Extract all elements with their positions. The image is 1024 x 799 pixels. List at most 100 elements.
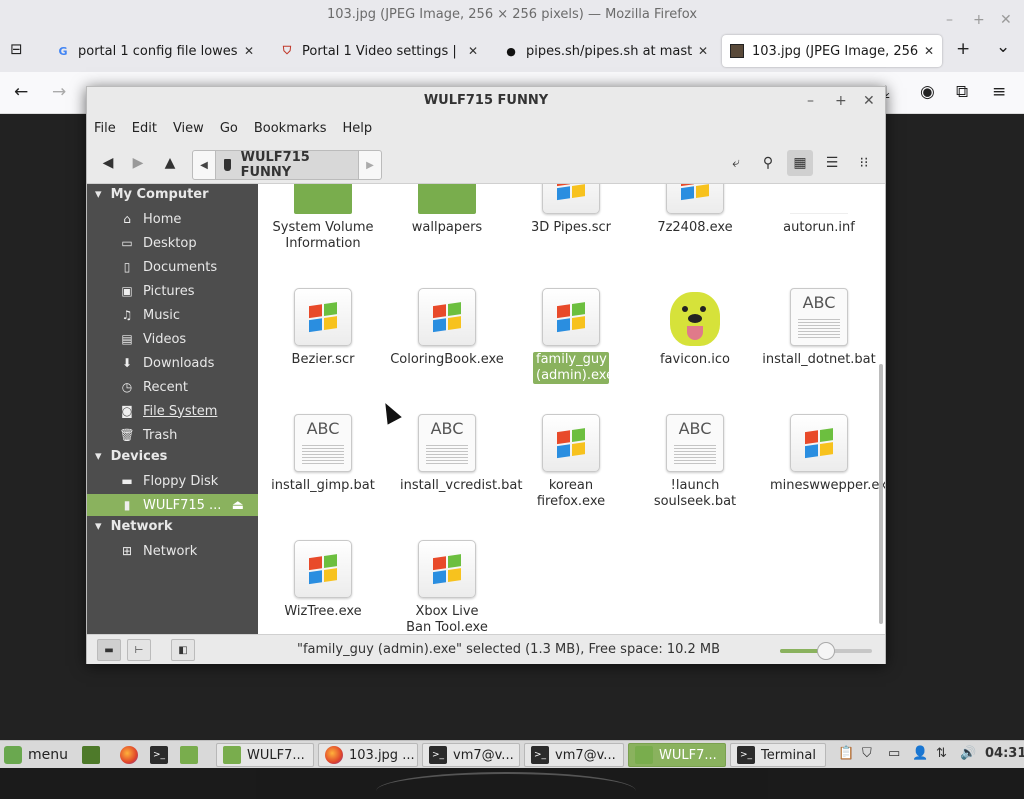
sidebar-item-trash[interactable]: 🗑 Trash [119,424,257,446]
zoom-slider[interactable] [780,642,872,660]
eject-icon[interactable]: ⏏ [232,498,244,513]
tab-close-icon[interactable]: ✕ [468,44,478,58]
volume-icon[interactable]: 🔊 [960,746,976,761]
list-view-icon[interactable]: ☰ [819,150,845,176]
hide-sidebar-icon[interactable]: ◧ [171,639,195,661]
forward-icon[interactable]: ▶ [125,150,151,176]
breadcrumb-right-icon[interactable]: ▶ [359,151,381,179]
file-item[interactable]: 3D Pipes.scr [511,184,631,236]
tab-groups-icon[interactable]: ⊟ [10,40,23,58]
file-item[interactable]: WizTree.exe [263,540,383,620]
file-grid: System Volume Information wallpapers 3D … [258,184,885,634]
file-item[interactable]: autorun.inf [759,184,879,236]
show-desktop-icon [82,746,100,764]
back-icon[interactable]: ◀ [95,150,121,176]
files-launcher[interactable] [180,743,204,767]
file-item[interactable]: Xbox Live Ban Tool.exe [387,540,507,634]
show-desktop-launcher[interactable] [82,743,106,767]
taskbar-window-vm7-1[interactable]: >_ vm7@v... [422,743,520,767]
clipboard-icon[interactable]: 📋 [838,746,854,761]
taskbar-window-wulf715-1[interactable]: WULF7... [216,743,314,767]
menu-edit[interactable]: Edit [132,121,157,136]
show-tree-icon[interactable]: ⊢ [127,639,151,661]
sidebar-item-file-system[interactable]: ◙ File System [119,400,257,422]
file-item[interactable]: ABC install_gimp.bat [263,414,383,494]
network-icon[interactable]: ⇅ [936,746,947,761]
file-item[interactable]: ColoringBook.exe [387,288,507,368]
tab-pipes[interactable]: ● pipes.sh/pipes.sh at master ✕ [496,35,716,67]
sidebar-item-floppy-disk[interactable]: ▬ Floppy Disk [119,470,257,492]
sidebar-section-devices[interactable]: ▾ Devices [95,449,167,464]
menu-help[interactable]: Help [342,121,372,136]
sidebar-item-desktop[interactable]: ▭ Desktop [119,232,257,254]
tab-close-icon[interactable]: ✕ [244,44,254,58]
windows-exe-icon [294,288,352,346]
sidebar-item-home[interactable]: ⌂ Home [119,208,257,230]
firefox-launcher[interactable] [120,743,144,767]
taskbar-window-terminal[interactable]: >_ Terminal [730,743,826,767]
sidebar-item-usb-drive[interactable]: ▮ WULF715 ... ⏏ [87,494,258,516]
tab-image[interactable]: 103.jpg (JPEG Image, 256 × ✕ [722,35,942,67]
menu-view[interactable]: View [173,121,204,136]
file-manager-titlebar[interactable]: WULF715 FUNNY – + ✕ [87,87,885,115]
extensions-icon[interactable]: ⧉ [956,82,968,102]
file-item[interactable]: ABC install_vcredist.bat [387,414,523,494]
menu-button[interactable]: menu [4,743,68,767]
tab-close-icon[interactable]: ✕ [924,44,934,58]
minimize-icon[interactable]: – [807,87,814,115]
toggle-location-icon[interactable]: ⤶ [723,150,749,176]
scrollbar[interactable] [879,364,883,624]
menu-go[interactable]: Go [220,121,238,136]
maximize-icon[interactable]: + [835,87,847,115]
file-item[interactable]: wallpapers [387,184,507,236]
file-item-selected[interactable]: family_guy (admin).exe [511,288,631,384]
windows-exe-icon [542,414,600,472]
menu-bookmarks[interactable]: Bookmarks [254,121,327,136]
taskbar-window-firefox[interactable]: 103.jpg ... [318,743,418,767]
file-item[interactable]: System Volume Information [263,184,383,252]
close-icon[interactable]: ✕ [863,87,875,115]
compact-view-icon[interactable]: ⁝⁝ [851,150,877,176]
firefox-titlebar[interactable]: 103.jpg (JPEG Image, 256 × 256 pixels) —… [0,0,1024,29]
tab-portal-config[interactable]: G portal 1 config file lowest q ✕ [48,35,262,67]
account-icon[interactable]: ◉ [920,82,935,102]
file-item[interactable]: ABC install_dotnet.bat [759,288,879,368]
taskbar-window-vm7-2[interactable]: >_ vm7@v... [524,743,624,767]
sidebar-item-network[interactable]: ⊞ Network [119,540,257,562]
show-places-icon[interactable]: ▬ [97,639,121,661]
new-tab-button[interactable]: + [956,39,970,59]
sidebar-item-music[interactable]: ♫ Music [119,304,257,326]
app-menu-icon[interactable]: ≡ [992,82,1006,102]
clock[interactable]: 04:31 [985,746,1024,761]
breadcrumb-left-icon[interactable]: ◀ [193,151,215,179]
shield-icon[interactable]: ⛉ [862,746,872,761]
menu-file[interactable]: File [94,121,116,136]
sidebar-item-pictures[interactable]: ▣ Pictures [119,280,257,302]
sidebar-item-recent[interactable]: ◷ Recent [119,376,257,398]
terminal-launcher[interactable]: >_ [150,743,174,767]
drive-icon[interactable]: ▭ [888,746,900,761]
file-item[interactable]: favicon.ico [635,288,755,368]
forward-icon[interactable]: → [52,82,66,102]
tab-portal-video[interactable]: ⛉ Portal 1 Video settings | Ma ✕ [272,35,486,67]
file-item[interactable]: Bezier.scr [263,288,383,368]
file-item[interactable]: 7z2408.exe [635,184,755,236]
sidebar-item-documents[interactable]: ▯ Documents [119,256,257,278]
zoom-slider-handle[interactable] [817,642,835,660]
list-tabs-button[interactable]: ⌄ [996,37,1010,57]
back-icon[interactable]: ← [14,82,28,102]
file-item[interactable]: ABC !launch soulseek.bat [635,414,755,510]
tab-close-icon[interactable]: ✕ [698,44,708,58]
taskbar-window-wulf715-2[interactable]: WULF7... [628,743,726,767]
file-item[interactable]: mineswwepper.exe [759,414,885,494]
sidebar-item-downloads[interactable]: ⬇ Downloads [119,352,257,374]
user-icon[interactable]: 👤 [912,746,928,761]
sidebar-section-network[interactable]: ▾ Network [95,519,173,534]
file-item[interactable]: korean firefox.exe [511,414,631,510]
sidebar-section-my-computer[interactable]: ▾ My Computer [95,187,209,202]
breadcrumb-segment[interactable]: WULF715 FUNNY [215,150,359,180]
up-icon[interactable]: ▲ [157,150,183,176]
sidebar-item-videos[interactable]: ▤ Videos [119,328,257,350]
icon-view-icon[interactable]: ▦ [787,150,813,176]
search-icon[interactable]: ⚲ [755,150,781,176]
